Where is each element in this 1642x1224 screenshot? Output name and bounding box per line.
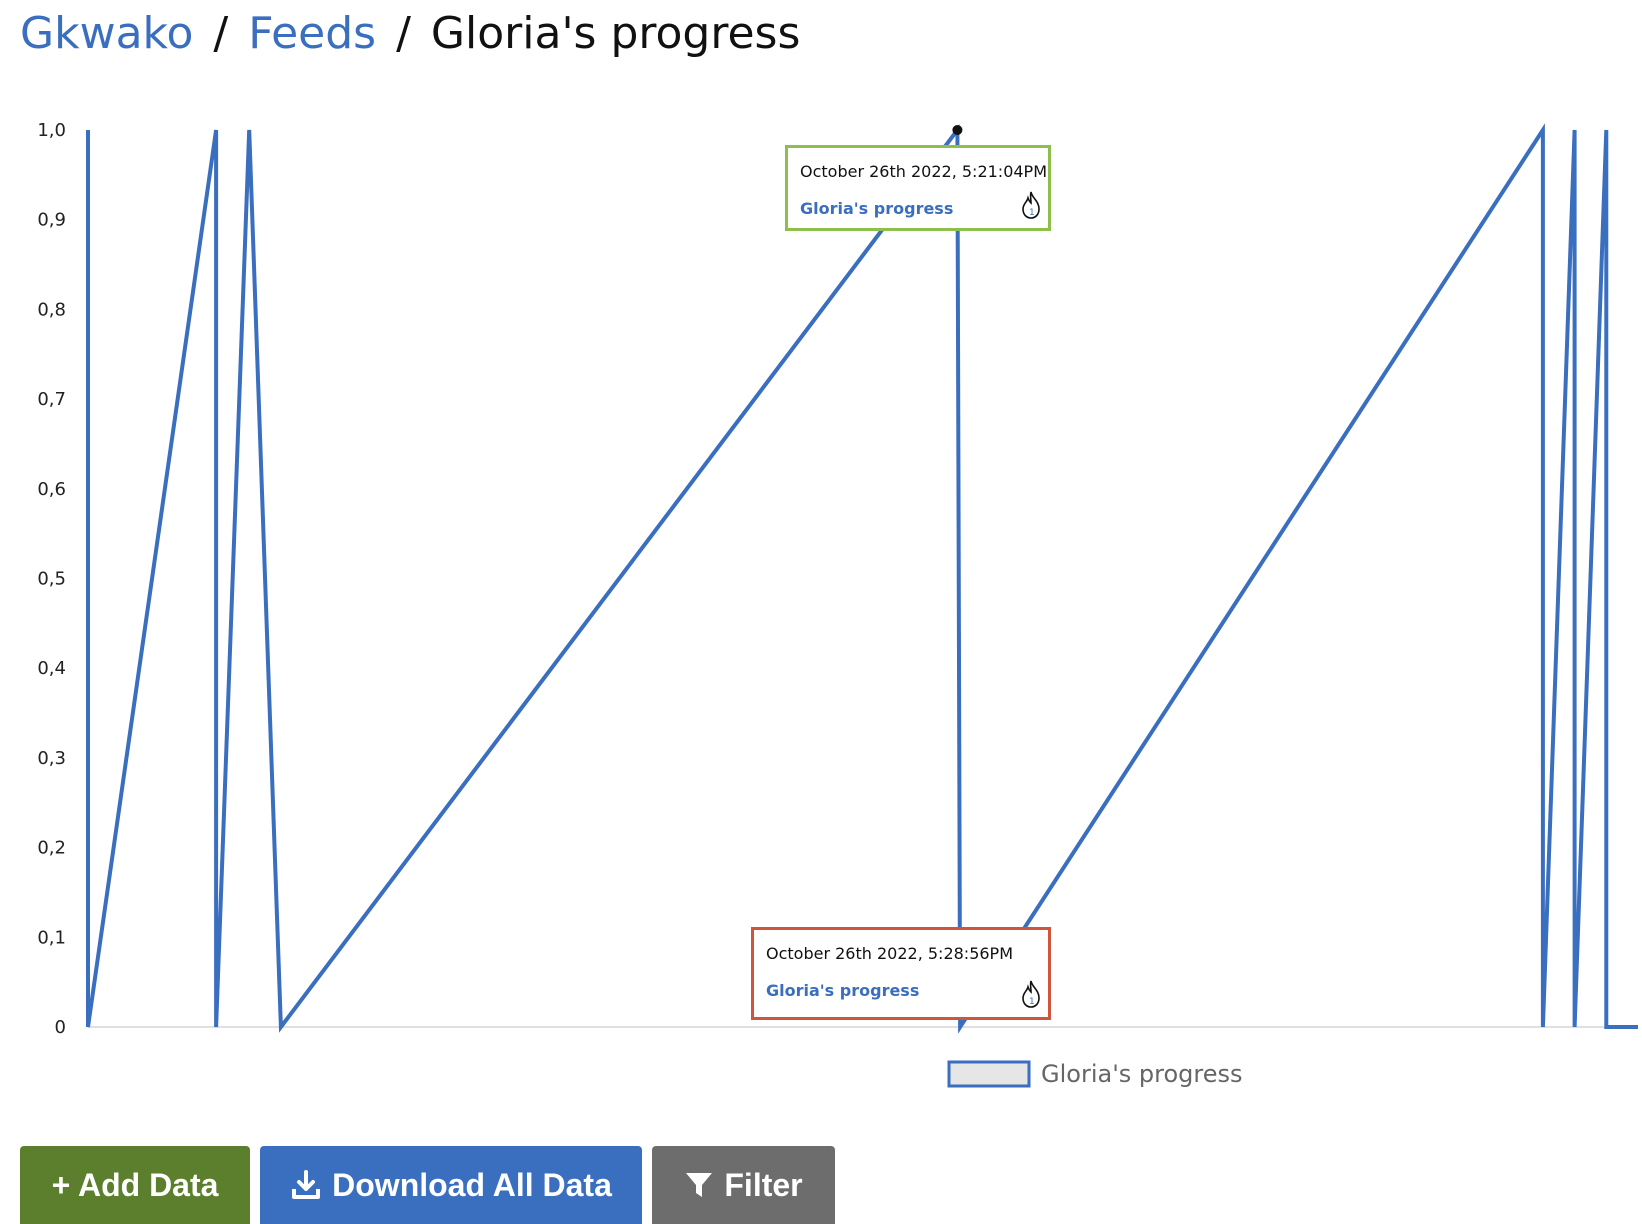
- tooltip-series-name: Gloria's progress: [766, 981, 920, 1000]
- data-point[interactable]: [85, 1024, 91, 1030]
- data-point[interactable]: [1540, 1024, 1546, 1030]
- svg-text:1: 1: [1029, 208, 1035, 218]
- data-point[interactable]: [1603, 127, 1609, 133]
- data-point[interactable]: [1603, 1024, 1609, 1030]
- breadcrumb-home-link[interactable]: Gkwako: [20, 8, 193, 59]
- download-all-data-label: Download All Data: [332, 1166, 612, 1203]
- y-tick-label: 0,8: [37, 299, 66, 320]
- tooltip-point-low: October 26th 2022, 5:28:56PM Gloria's pr…: [751, 927, 1051, 1020]
- series-group: [85, 123, 1641, 1034]
- flame-icon: 1: [1022, 980, 1040, 1008]
- data-point[interactable]: [278, 1024, 284, 1030]
- data-point[interactable]: [1572, 127, 1578, 133]
- legend-label: Gloria's progress: [1041, 1060, 1243, 1088]
- y-tick-label: 0,1: [37, 927, 66, 948]
- data-point[interactable]: [1572, 1024, 1578, 1030]
- add-data-button[interactable]: + Add Data: [20, 1146, 250, 1224]
- chart-legend[interactable]: Gloria's progress: [947, 1060, 1243, 1088]
- filter-icon: [686, 1173, 713, 1197]
- breadcrumb-separator: /: [213, 8, 229, 59]
- svg-text:1: 1: [1029, 997, 1035, 1007]
- y-tick-label: 0: [55, 1017, 66, 1038]
- breadcrumb: Gkwako / Feeds / Gloria's progress: [20, 8, 800, 59]
- y-tick-label: 0,3: [37, 748, 66, 769]
- add-data-label: + Add Data: [51, 1166, 219, 1203]
- tooltip-series-name: Gloria's progress: [800, 199, 954, 218]
- y-tick-label: 0,4: [37, 658, 66, 679]
- data-point[interactable]: [1635, 1024, 1641, 1030]
- y-tick-label: 0,9: [37, 210, 66, 231]
- filter-button[interactable]: Filter: [652, 1146, 835, 1224]
- series-line-glorias-progress[interactable]: [86, 123, 1638, 1034]
- download-all-data-button[interactable]: Download All Data: [260, 1146, 642, 1224]
- filter-label: Filter: [724, 1166, 803, 1203]
- data-point[interactable]: [213, 1024, 219, 1030]
- y-axis: 0 0,1 0,2 0,3 0,4 0,5 0,6 0,7 0,8 0,9 1,0: [37, 120, 66, 1038]
- download-icon: [292, 1170, 321, 1199]
- y-tick-label: 0,7: [37, 389, 66, 410]
- y-tick-label: 0,5: [37, 569, 66, 590]
- legend-swatch: [947, 1060, 1031, 1088]
- data-point[interactable]: [957, 1024, 963, 1030]
- flame-icon: 1: [1022, 191, 1040, 219]
- breadcrumb-separator: /: [396, 8, 411, 59]
- tooltip-date: October 26th 2022, 5:28:56PM: [766, 944, 1013, 963]
- tooltip-point-high: October 26th 2022, 5:21:04PM Gloria's pr…: [785, 145, 1051, 231]
- data-point[interactable]: [85, 127, 91, 133]
- tooltip-date: October 26th 2022, 5:21:04PM: [800, 162, 1047, 181]
- breadcrumb-feeds-link[interactable]: Feeds: [248, 8, 376, 59]
- data-point[interactable]: [246, 127, 252, 133]
- y-tick-label: 1,0: [37, 120, 66, 141]
- y-tick-label: 0,2: [37, 838, 66, 859]
- data-point[interactable]: [1540, 127, 1546, 133]
- data-point[interactable]: [952, 125, 963, 135]
- page-title: Gloria's progress: [430, 8, 801, 59]
- data-point[interactable]: [213, 127, 219, 133]
- y-tick-label: 0,6: [37, 479, 66, 500]
